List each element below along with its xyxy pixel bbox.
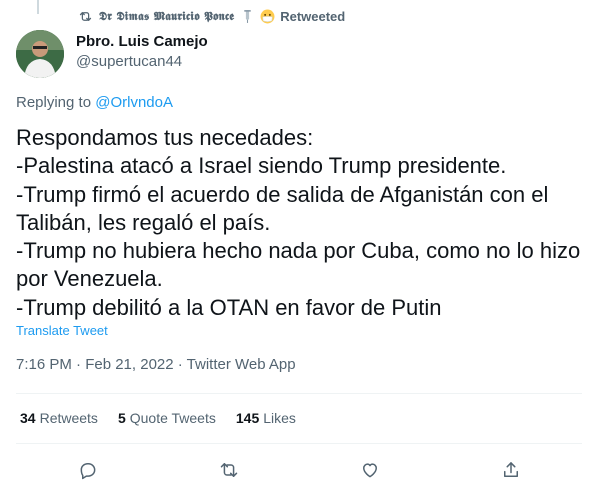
retweeter-name[interactable]: 𝕯𝖗 𝕯𝖎𝖒𝖆𝖘 𝕸𝖆𝖚𝖗𝖎𝖈𝖎𝖔 𝕻𝖔𝖓𝖈𝖊 <box>99 9 234 24</box>
retweets-count: 34 <box>20 410 36 426</box>
author-block: Pbro. Luis Camejo @supertucan44 <box>76 32 208 71</box>
quotes-count: 5 <box>117 410 126 426</box>
avatar[interactable] <box>16 30 64 78</box>
syringe-emoji-icon <box>240 9 254 23</box>
replying-handle-link[interactable]: @OrlvndoA <box>95 94 173 111</box>
replying-prefix: Replying to <box>16 94 96 111</box>
divider <box>16 443 582 444</box>
retweet-banner: 𝕯𝖗 𝕯𝖎𝖒𝖆𝖘 𝕸𝖆𝖚𝖗𝖎𝖈𝖎𝖔 𝕻𝖔𝖓𝖈𝖊 Retweeted <box>78 7 345 25</box>
likes-label: Likes <box>263 410 296 426</box>
reply-icon <box>80 463 96 480</box>
share-button[interactable] <box>497 456 525 484</box>
tweet-timestamp[interactable]: 7:16 PM · Feb 21, 2022 · Twitter Web App <box>16 356 296 373</box>
author-name[interactable]: Pbro. Luis Camejo <box>76 32 208 51</box>
like-button[interactable] <box>356 456 384 484</box>
retweets-stat[interactable]: 34 Retweets <box>20 410 98 426</box>
thread-connector-line <box>37 0 39 14</box>
quote-tweets-stat[interactable]: 5 Quote Tweets <box>118 410 216 426</box>
author-handle[interactable]: @supertucan44 <box>76 52 208 71</box>
quotes-label: Quote Tweets <box>129 410 216 426</box>
heart-icon <box>363 463 377 478</box>
retweet-icon <box>220 463 238 477</box>
retweets-label: Retweets <box>39 410 98 426</box>
tweet-text: Respondamos tus necedades: -Palestina at… <box>16 125 581 320</box>
retweeted-label: Retweeted <box>280 8 346 24</box>
divider <box>16 393 582 394</box>
replying-to: Replying to @OrlvndoA <box>16 94 173 111</box>
tweet-stats: 34 Retweets 5 Quote Tweets 145 Likes <box>20 410 296 426</box>
reply-button[interactable] <box>74 456 102 484</box>
retweet-icon <box>79 11 92 21</box>
translate-tweet-link[interactable]: Translate Tweet <box>16 323 108 338</box>
tweet-actions <box>0 456 598 484</box>
mask-face-emoji-icon <box>260 9 275 24</box>
likes-stat[interactable]: 145 Likes <box>236 410 296 426</box>
retweet-button[interactable] <box>215 456 243 484</box>
share-icon <box>504 462 518 477</box>
likes-count: 145 <box>235 410 260 426</box>
